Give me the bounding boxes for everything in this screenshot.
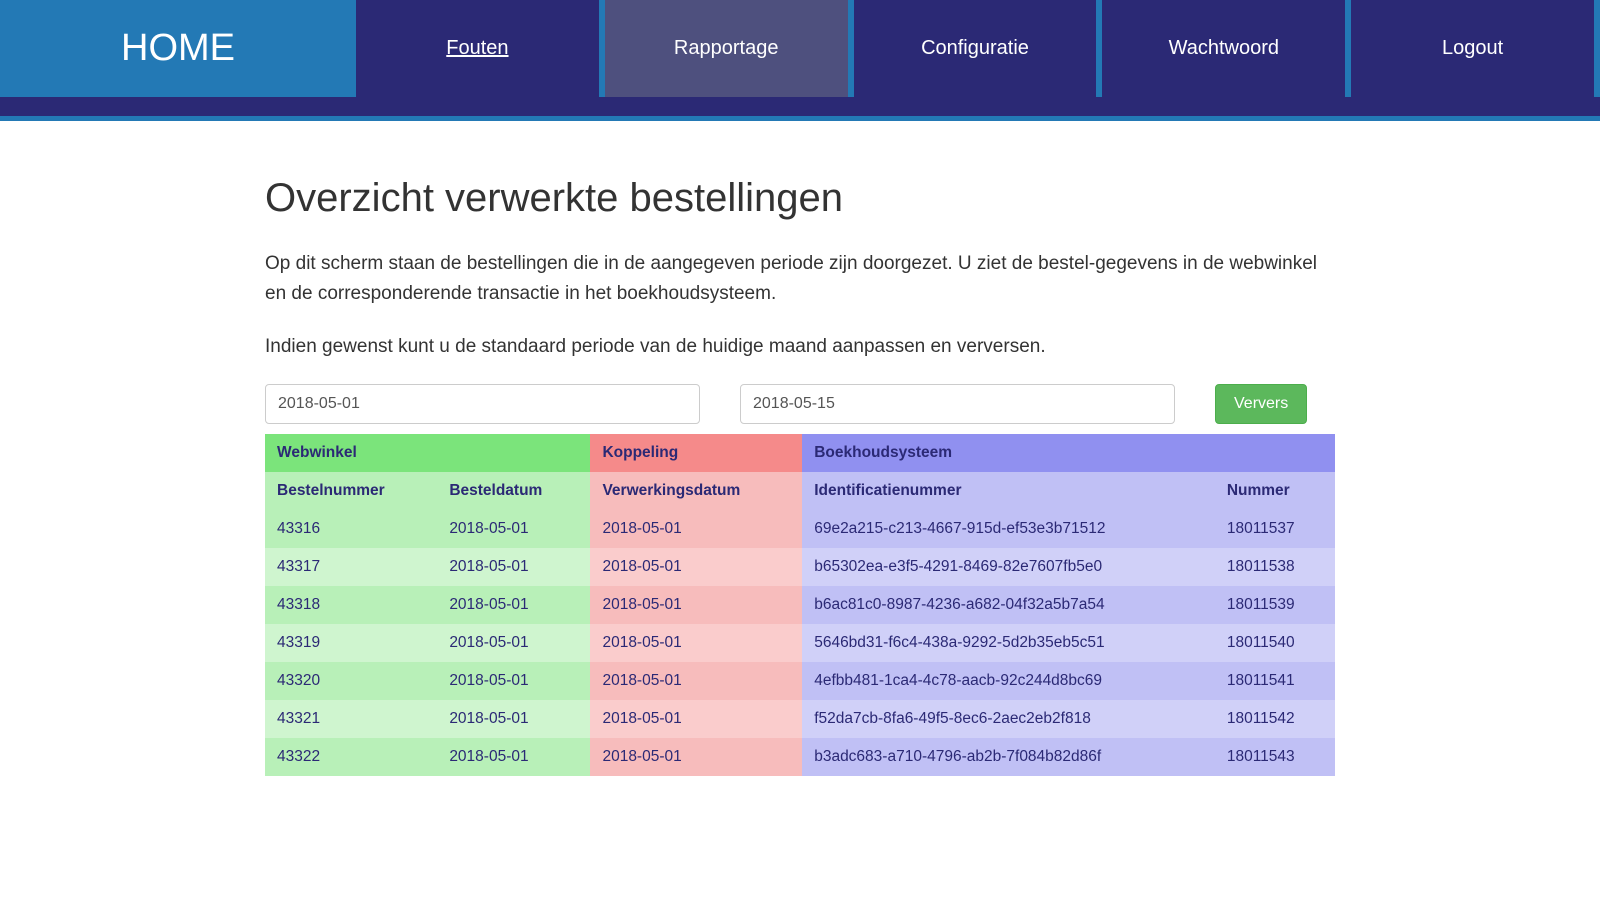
col-verwerkingsdatum: Verwerkingsdatum xyxy=(590,472,802,510)
cell-bestelnummer: 43316 xyxy=(265,510,437,548)
cell-nummer: 18011538 xyxy=(1215,548,1335,586)
cell-besteldatum: 2018-05-01 xyxy=(437,586,590,624)
table-row: 433212018-05-012018-05-01f52da7cb-8fa6-4… xyxy=(265,700,1335,738)
group-header-webwinkel: Webwinkel xyxy=(265,434,590,472)
cell-besteldatum: 2018-05-01 xyxy=(437,738,590,776)
table-row: 433222018-05-012018-05-01b3adc683-a710-4… xyxy=(265,738,1335,776)
cell-bestelnummer: 43320 xyxy=(265,662,437,700)
group-header-koppeling: Koppeling xyxy=(590,434,802,472)
nav-wachtwoord[interactable]: Wachtwoord xyxy=(1102,0,1351,97)
table-row: 433182018-05-012018-05-01b6ac81c0-8987-4… xyxy=(265,586,1335,624)
navbar: HOME Fouten Rapportage Configuratie Wach… xyxy=(0,0,1600,97)
col-nummer: Nummer xyxy=(1215,472,1335,510)
content: Overzicht verwerkte bestellingen Op dit … xyxy=(250,176,1350,776)
cell-verwerkingsdatum: 2018-05-01 xyxy=(590,586,802,624)
col-besteldatum: Besteldatum xyxy=(437,472,590,510)
cell-nummer: 18011543 xyxy=(1215,738,1335,776)
intro-text-1: Op dit scherm staan de bestellingen die … xyxy=(265,249,1335,310)
table-row: 433192018-05-012018-05-015646bd31-f6c4-4… xyxy=(265,624,1335,662)
cell-nummer: 18011542 xyxy=(1215,700,1335,738)
nav-label-configuratie: Configuratie xyxy=(921,37,1029,60)
cell-besteldatum: 2018-05-01 xyxy=(437,510,590,548)
nav-logout[interactable]: Logout xyxy=(1351,0,1600,97)
cell-identificatie: f52da7cb-8fa6-49f5-8ec6-2aec2eb2f818 xyxy=(802,700,1215,738)
cell-nummer: 18011539 xyxy=(1215,586,1335,624)
date-to-input[interactable] xyxy=(740,384,1175,424)
col-identificatienummer: Identificatienummer xyxy=(802,472,1215,510)
cell-bestelnummer: 43318 xyxy=(265,586,437,624)
nav-rapportage[interactable]: Rapportage xyxy=(605,0,854,97)
cell-identificatie: b65302ea-e3f5-4291-8469-82e7607fb5e0 xyxy=(802,548,1215,586)
cell-identificatie: 69e2a215-c213-4667-915d-ef53e3b71512 xyxy=(802,510,1215,548)
intro-text-2: Indien gewenst kunt u de standaard perio… xyxy=(265,332,1335,362)
cell-identificatie: b3adc683-a710-4796-ab2b-7f084b82d86f xyxy=(802,738,1215,776)
navbar-border xyxy=(0,97,1600,121)
refresh-button[interactable]: Ververs xyxy=(1215,384,1307,424)
nav-label-rapportage: Rapportage xyxy=(674,37,779,60)
cell-besteldatum: 2018-05-01 xyxy=(437,624,590,662)
table-row: 433202018-05-012018-05-014efbb481-1ca4-4… xyxy=(265,662,1335,700)
cell-bestelnummer: 43321 xyxy=(265,700,437,738)
group-header-row: Webwinkel Koppeling Boekhoudsysteem xyxy=(265,434,1335,472)
table-row: 433162018-05-012018-05-0169e2a215-c213-4… xyxy=(265,510,1335,548)
cell-identificatie: 5646bd31-f6c4-438a-9292-5d2b35eb5c51 xyxy=(802,624,1215,662)
nav-link-fouten[interactable]: Fouten xyxy=(446,37,508,60)
cell-nummer: 18011537 xyxy=(1215,510,1335,548)
nav-fouten[interactable]: Fouten xyxy=(356,0,605,97)
cell-nummer: 18011541 xyxy=(1215,662,1335,700)
cell-verwerkingsdatum: 2018-05-01 xyxy=(590,738,802,776)
cell-verwerkingsdatum: 2018-05-01 xyxy=(590,510,802,548)
cell-verwerkingsdatum: 2018-05-01 xyxy=(590,662,802,700)
group-header-boekhoudsysteem: Boekhoudsysteem xyxy=(802,434,1335,472)
orders-table: Webwinkel Koppeling Boekhoudsysteem Best… xyxy=(265,434,1335,776)
cell-besteldatum: 2018-05-01 xyxy=(437,662,590,700)
cell-verwerkingsdatum: 2018-05-01 xyxy=(590,624,802,662)
cell-identificatie: b6ac81c0-8987-4236-a682-04f32a5b7a54 xyxy=(802,586,1215,624)
column-header-row: Bestelnummer Besteldatum Verwerkingsdatu… xyxy=(265,472,1335,510)
cell-besteldatum: 2018-05-01 xyxy=(437,548,590,586)
nav-menu: Fouten Rapportage Configuratie Wachtwoor… xyxy=(356,0,1600,97)
nav-label-logout: Logout xyxy=(1442,37,1503,60)
cell-bestelnummer: 43317 xyxy=(265,548,437,586)
nav-label-wachtwoord: Wachtwoord xyxy=(1169,37,1279,60)
cell-verwerkingsdatum: 2018-05-01 xyxy=(590,700,802,738)
col-bestelnummer: Bestelnummer xyxy=(265,472,437,510)
table-body: 433162018-05-012018-05-0169e2a215-c213-4… xyxy=(265,510,1335,776)
cell-besteldatum: 2018-05-01 xyxy=(437,700,590,738)
cell-nummer: 18011540 xyxy=(1215,624,1335,662)
cell-bestelnummer: 43319 xyxy=(265,624,437,662)
page-title: Overzicht verwerkte bestellingen xyxy=(265,176,1335,221)
nav-configuratie[interactable]: Configuratie xyxy=(854,0,1103,97)
cell-identificatie: 4efbb481-1ca4-4c78-aacb-92c244d8bc69 xyxy=(802,662,1215,700)
table-row: 433172018-05-012018-05-01b65302ea-e3f5-4… xyxy=(265,548,1335,586)
date-filter-row: Ververs xyxy=(265,384,1335,424)
cell-bestelnummer: 43322 xyxy=(265,738,437,776)
brand-home[interactable]: HOME xyxy=(0,0,356,97)
date-from-input[interactable] xyxy=(265,384,700,424)
cell-verwerkingsdatum: 2018-05-01 xyxy=(590,548,802,586)
